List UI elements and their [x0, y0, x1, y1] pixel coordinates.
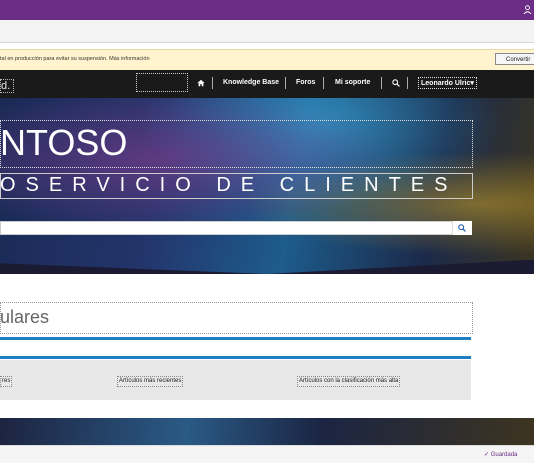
status-bar: ✓ Guardada: [0, 445, 534, 463]
nav-separator: [381, 77, 382, 89]
toolbar-strip: [0, 20, 534, 43]
convert-button[interactable]: Convertir: [495, 53, 534, 65]
warning-banner: tal en producción para evitar su suspens…: [0, 49, 534, 71]
search-button[interactable]: [452, 221, 472, 235]
focus-outline: [136, 73, 188, 92]
section-title: ulares: [0, 307, 50, 327]
nav-forums[interactable]: Foros: [296, 79, 315, 86]
article-tabs: res Artículos más recientes Artículos co…: [0, 360, 471, 400]
nav-separator: [285, 77, 286, 89]
knowledge-search-input[interactable]: [0, 221, 471, 235]
search-icon[interactable]: [392, 79, 400, 87]
saved-status: ✓ Guardada: [484, 452, 518, 458]
accent-divider: [0, 337, 471, 340]
accent-divider: [0, 356, 471, 359]
search-button-icon: [458, 224, 466, 232]
footer-banner-image: [0, 418, 534, 445]
hero-banner: NTOSO OSERVICIO DE CLIENTES: [0, 98, 534, 274]
warning-message: tal en producción para evitar su suspens…: [0, 56, 150, 62]
home-icon[interactable]: [197, 79, 205, 87]
nav-separator: [212, 77, 213, 89]
top-app-bar: [0, 0, 534, 20]
nav-knowledge-base[interactable]: Knowledge Base: [223, 79, 279, 86]
tab-recent[interactable]: Artículos más recientes: [117, 376, 184, 387]
portal-nav: d. Knowledge Base Foros Mi soporte Leona…: [0, 70, 534, 98]
hero-subtitle: OSERVICIO DE CLIENTES: [0, 174, 458, 196]
tab-top-rated[interactable]: Artículos con la clasificación más alta: [297, 376, 401, 387]
person-icon[interactable]: [523, 5, 532, 14]
tab-popular[interactable]: res: [0, 376, 13, 387]
nav-separator: [323, 77, 324, 89]
section-title-outline: [0, 302, 473, 334]
hero-title: NTOSO: [0, 122, 128, 163]
user-menu[interactable]: Leonardo Ulric▾: [418, 77, 477, 89]
nav-my-support[interactable]: Mi soporte: [335, 79, 370, 86]
site-logo[interactable]: d.: [0, 79, 15, 93]
nav-separator: [407, 77, 408, 89]
